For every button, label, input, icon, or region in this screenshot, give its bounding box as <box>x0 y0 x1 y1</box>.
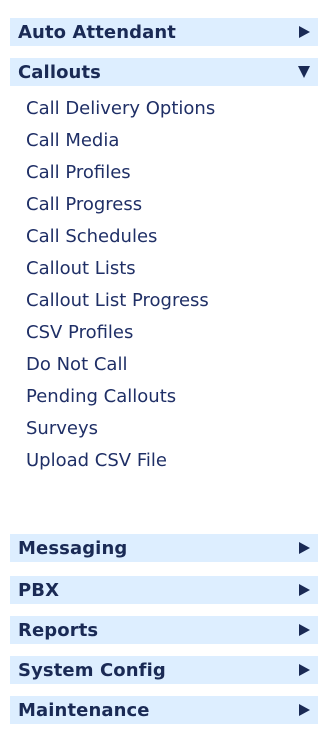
menu-section-label: Reports <box>18 620 99 641</box>
submenu-item-upload-csv-file[interactable]: Upload CSV File <box>26 446 167 476</box>
submenu-item-do-not-call[interactable]: Do Not Call <box>26 350 127 380</box>
right-triangle-icon <box>299 624 310 636</box>
menu-section-messaging[interactable]: Messaging <box>10 534 318 562</box>
menu-section-label: Auto Attendant <box>18 22 176 43</box>
menu-section-label: Maintenance <box>18 700 150 721</box>
submenu-item-csv-profiles[interactable]: CSV Profiles <box>26 318 133 348</box>
submenu-item-callout-lists[interactable]: Callout Lists <box>26 254 136 284</box>
menu-section-label: PBX <box>18 580 60 601</box>
menu-section-system-config[interactable]: System Config <box>10 656 318 684</box>
menu-section-maintenance[interactable]: Maintenance <box>10 696 318 724</box>
submenu-item-call-profiles[interactable]: Call Profiles <box>26 158 131 188</box>
right-triangle-icon <box>299 664 310 676</box>
menu-section-callouts[interactable]: Callouts <box>10 58 318 86</box>
right-triangle-icon <box>299 26 310 38</box>
right-triangle-icon <box>299 542 310 554</box>
submenu-item-call-progress[interactable]: Call Progress <box>26 190 142 220</box>
submenu-item-call-media[interactable]: Call Media <box>26 126 119 156</box>
right-triangle-icon <box>299 704 310 716</box>
submenu-item-pending-callouts[interactable]: Pending Callouts <box>26 382 176 412</box>
callouts-submenu: Call Delivery Options Call Media Call Pr… <box>10 88 318 520</box>
menu-section-label: System Config <box>18 660 166 681</box>
right-triangle-icon <box>299 584 310 596</box>
submenu-item-call-delivery-options[interactable]: Call Delivery Options <box>26 94 215 124</box>
menu-section-auto-attendant[interactable]: Auto Attendant <box>10 18 318 46</box>
down-triangle-icon <box>298 66 310 78</box>
menu-section-reports[interactable]: Reports <box>10 616 318 644</box>
submenu-item-surveys[interactable]: Surveys <box>26 414 98 444</box>
submenu-item-call-schedules[interactable]: Call Schedules <box>26 222 157 252</box>
menu-section-pbx[interactable]: PBX <box>10 576 318 604</box>
submenu-item-callout-list-progress[interactable]: Callout List Progress <box>26 286 209 316</box>
menu-section-label: Messaging <box>18 538 128 559</box>
menu-section-label: Callouts <box>18 62 101 83</box>
